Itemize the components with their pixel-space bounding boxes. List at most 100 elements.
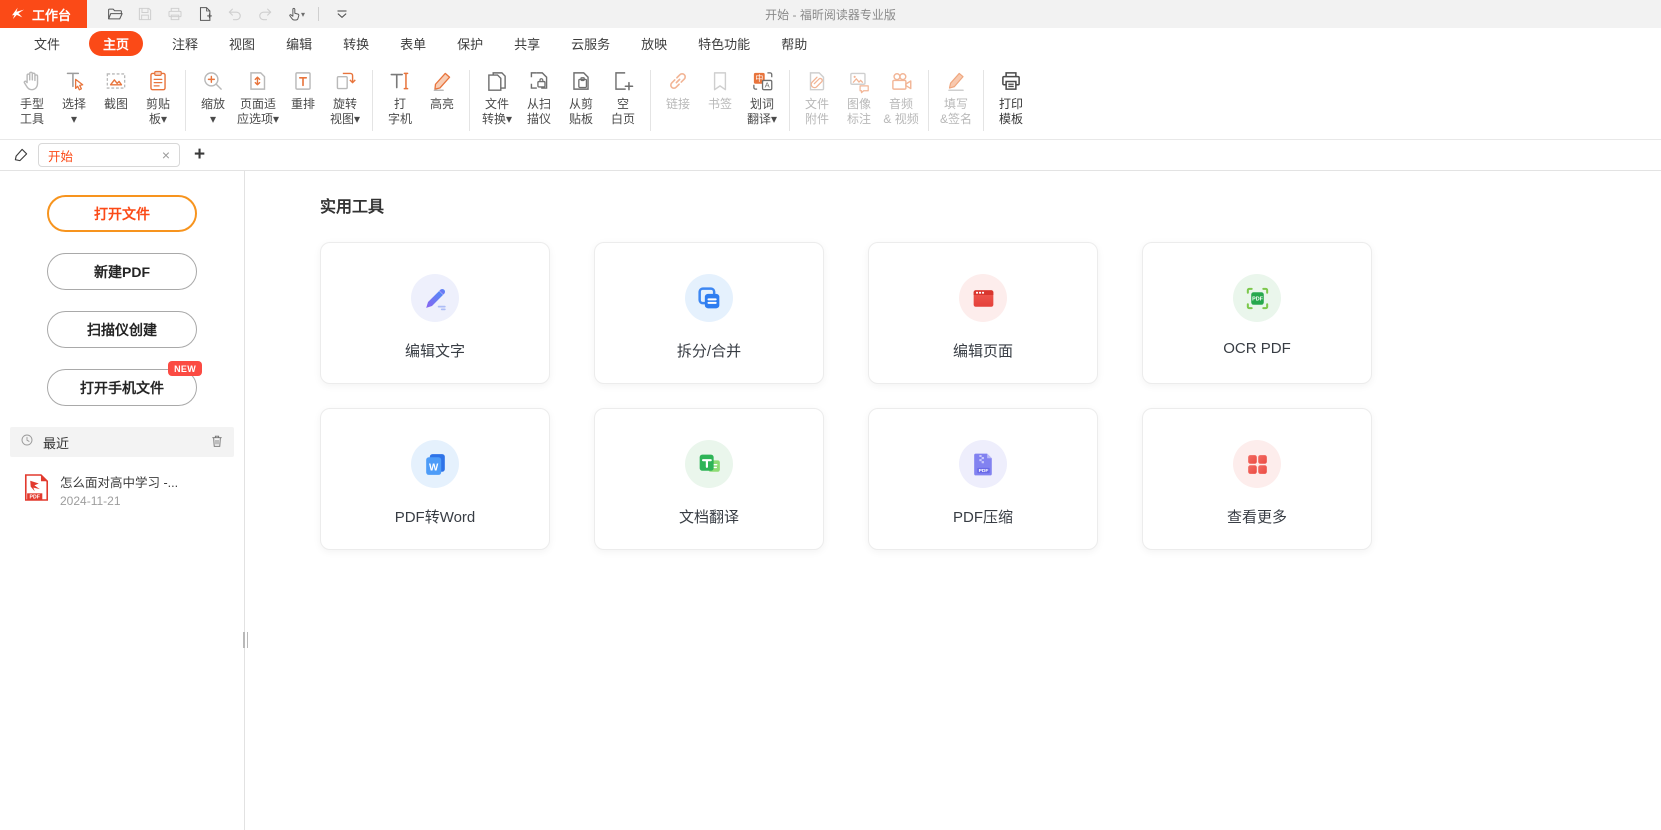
menu-home[interactable]: 主页 — [89, 31, 143, 56]
sidebar-scanner-create-button[interactable]: 扫描仪创建 — [47, 311, 197, 348]
ribbon-zoom[interactable]: 缩放▾ — [192, 62, 234, 127]
ribbon-item-label: 图像标注 — [847, 97, 871, 127]
ribbon-from-clipboard[interactable]: 从剪贴板 — [560, 62, 602, 127]
ribbon-item-label: 书签 — [708, 97, 732, 112]
from-scanner-icon — [526, 68, 552, 94]
card-label: OCR PDF — [1223, 340, 1291, 357]
collapse-toolbar-icon — [333, 5, 351, 23]
menu-convert[interactable]: 转换 — [341, 31, 371, 56]
ribbon-convert-file[interactable]: 文件转换▾ — [476, 62, 518, 127]
fit-page-icon — [245, 68, 271, 94]
card-label: PDF转Word — [395, 506, 476, 527]
ribbon-from-scanner[interactable]: 从扫描仪 — [518, 62, 560, 127]
undo-button[interactable] — [221, 2, 249, 26]
menu-bar: 文件 主页 注释 视图 编辑 转换 表单 保护 共享 云服务 放映 特色功能 帮助 — [0, 28, 1661, 59]
card-ocr-pdf[interactable]: PDF OCR PDF — [1142, 242, 1372, 384]
bookmark-icon — [707, 68, 733, 94]
tab-start[interactable]: 开始 × — [38, 143, 180, 167]
ribbon-separator — [928, 70, 929, 131]
ribbon-item-label: 链接 — [666, 97, 690, 112]
card-doc-translate[interactable]: 文档翻译 — [594, 408, 824, 550]
open-folder-button[interactable] — [101, 2, 129, 26]
svg-text:PDF: PDF — [978, 468, 988, 474]
card-edit-text[interactable]: 编辑文字 — [320, 242, 550, 384]
ribbon-link[interactable]: 链接 — [657, 62, 699, 112]
new-document-icon — [196, 5, 214, 23]
tab-close-icon[interactable]: × — [162, 148, 170, 162]
new-tab-button[interactable]: + — [194, 144, 205, 166]
card-label: PDF压缩 — [953, 506, 1013, 527]
card-pdf-to-word[interactable]: WPDF转Word — [320, 408, 550, 550]
menu-help[interactable]: 帮助 — [779, 31, 809, 56]
menu-cloud[interactable]: 云服务 — [569, 31, 612, 56]
sidebar-splitter[interactable] — [243, 632, 249, 648]
ribbon-blank-page[interactable]: 空白页 — [602, 62, 644, 127]
ribbon-bookmark[interactable]: 书签 — [699, 62, 741, 112]
workspace-button[interactable]: 工作台 — [0, 0, 87, 28]
recent-file-date: 2024-11-21 — [60, 494, 178, 508]
ribbon-item-label: 剪贴板▾ — [146, 97, 170, 127]
menu-slideshow[interactable]: 放映 — [639, 31, 669, 56]
new-document-button[interactable] — [191, 2, 219, 26]
print-icon — [166, 5, 184, 23]
ribbon-item-label: 打字机 — [388, 97, 412, 127]
fill-sign-icon — [943, 68, 969, 94]
ribbon-file-attachment[interactable]: 文件附件 — [796, 62, 838, 127]
ribbon-rotate-view[interactable]: 旋转视图▾ — [324, 62, 366, 127]
recent-file-item[interactable]: PDF 怎么面对高中学习 -... 2024-11-21 — [24, 472, 230, 508]
ribbon-select[interactable]: 选择▾ — [53, 62, 95, 127]
image-annotation-icon — [846, 68, 872, 94]
card-pdf-compress[interactable]: PDF PDF压缩 — [868, 408, 1098, 550]
ribbon-group: 链接 书签 中A 划词翻译▾ — [654, 62, 786, 139]
menu-features[interactable]: 特色功能 — [696, 31, 752, 56]
ribbon-snapshot[interactable]: 截图 — [95, 62, 137, 112]
card-split-merge[interactable]: 拆分/合并 — [594, 242, 824, 384]
ribbon-typewriter[interactable]: 打字机 — [379, 62, 421, 127]
ribbon-group: 文件转换▾从扫描仪从剪贴板空白页 — [473, 62, 647, 139]
print-button[interactable] — [161, 2, 189, 26]
menu-view[interactable]: 视图 — [227, 31, 257, 56]
ribbon-print-template[interactable]: 打印模板 — [990, 62, 1032, 127]
word-translate-icon: 中A — [749, 68, 775, 94]
menu-edit[interactable]: 编辑 — [284, 31, 314, 56]
page-tag-icon[interactable] — [8, 142, 34, 168]
menu-share[interactable]: 共享 — [512, 31, 542, 56]
ribbon-hand-tool[interactable]: 手型工具 — [11, 62, 53, 127]
open-folder-icon — [106, 5, 124, 23]
ribbon-fit-page[interactable]: 页面适应选项▾ — [234, 62, 282, 127]
section-title: 实用工具 — [320, 193, 1661, 217]
card-label: 编辑文字 — [405, 340, 465, 361]
ribbon-fill-sign[interactable]: 填写&签名 — [935, 62, 977, 127]
ribbon-highlight[interactable]: 高亮 — [421, 62, 463, 112]
sidebar-open-file-button[interactable]: 打开文件 — [47, 195, 197, 232]
sidebar-new-pdf-button[interactable]: 新建PDF — [47, 253, 197, 290]
card-view-more[interactable]: 查看更多 — [1142, 408, 1372, 550]
ribbon-audio-video[interactable]: 音频& 视频 — [880, 62, 922, 127]
menu-file[interactable]: 文件 — [32, 31, 62, 56]
ribbon-separator — [650, 70, 651, 131]
ribbon-item-label: 文件转换▾ — [482, 97, 512, 127]
ribbon-image-annotation[interactable]: 图像标注 — [838, 62, 880, 127]
ribbon-word-translate[interactable]: 中A 划词翻译▾ — [741, 62, 783, 127]
ribbon-clipboard[interactable]: 剪贴板▾ — [137, 62, 179, 127]
clear-recent-button[interactable] — [209, 433, 225, 452]
pdf-compress-icon: PDF — [959, 440, 1007, 488]
ribbon-reflow[interactable]: 重排 — [282, 62, 324, 112]
collapse-toolbar-button[interactable] — [328, 2, 356, 26]
ribbon-item-label: 文件附件 — [805, 97, 829, 127]
ribbon-group: 填写&签名 — [932, 62, 980, 139]
touch-mode-button[interactable]: ▾ — [281, 2, 309, 26]
content-area: 打开文件新建PDF扫描仪创建打开手机文件NEW 最近 PDF 怎么面对高中学习 … — [0, 171, 1661, 830]
snapshot-icon — [103, 68, 129, 94]
sidebar-open-mobile-file-button[interactable]: 打开手机文件NEW — [47, 369, 197, 406]
redo-button[interactable] — [251, 2, 279, 26]
svg-text:PDF: PDF — [1252, 296, 1264, 302]
ribbon-separator — [983, 70, 984, 131]
menu-protect[interactable]: 保护 — [455, 31, 485, 56]
menu-comment[interactable]: 注释 — [170, 31, 200, 56]
menu-form[interactable]: 表单 — [398, 31, 428, 56]
ribbon-item-label: 划词翻译▾ — [747, 97, 777, 127]
save-button[interactable] — [131, 2, 159, 26]
card-edit-pages[interactable]: 编辑页面 — [868, 242, 1098, 384]
ribbon-group: 打印模板 — [987, 62, 1035, 139]
